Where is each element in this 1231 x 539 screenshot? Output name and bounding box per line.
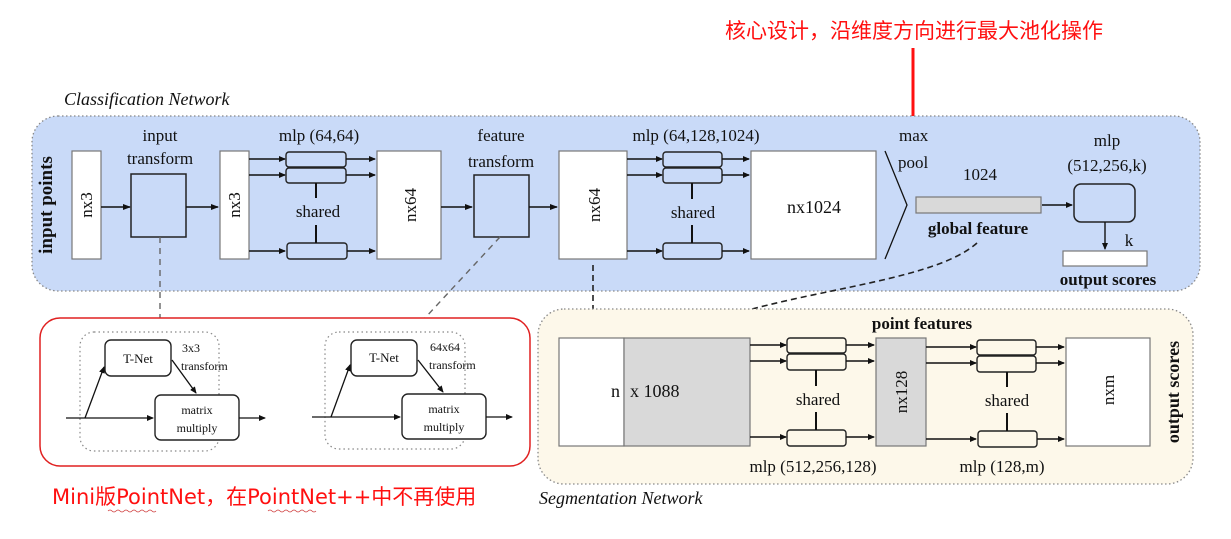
mlp3-label-2: (512,256,k) bbox=[1067, 156, 1146, 175]
global-feature-label: global feature bbox=[928, 219, 1029, 238]
point-features-label: point features bbox=[872, 314, 973, 333]
segmentation-output-label: output scores bbox=[1163, 341, 1183, 443]
spellcheck-underline bbox=[107, 509, 157, 513]
concat-n-label: n bbox=[611, 381, 620, 401]
concat-size-label: x 1088 bbox=[630, 381, 680, 401]
mini-pointnet-annotation: Mini版PointNet，在PointNet++中不再使用 bbox=[52, 485, 476, 509]
transform-label-1: transform bbox=[181, 359, 228, 373]
nx1024-label: nx1024 bbox=[787, 197, 841, 217]
input-block-label: nx3 bbox=[77, 192, 96, 218]
shared-label-1: shared bbox=[296, 202, 341, 221]
global-feature-size: 1024 bbox=[963, 165, 998, 184]
classifier-mlp-block[interactable] bbox=[1073, 183, 1136, 223]
shared-label-2: shared bbox=[671, 203, 716, 222]
classification-output-label: output scores bbox=[1060, 270, 1157, 289]
input-points-label: input points bbox=[36, 156, 57, 254]
input-transform-block[interactable] bbox=[130, 173, 187, 238]
pointnet-architecture-diagram: 核心设计，沿维度方向进行最大池化操作 Classification Networ… bbox=[0, 0, 1231, 534]
matmul-label-2a: matrix bbox=[428, 402, 459, 416]
seg-mlp2-label: mlp (128,m) bbox=[960, 457, 1045, 476]
matmul-label-2b: multiply bbox=[424, 420, 465, 434]
features-block-label: nx64 bbox=[401, 188, 420, 223]
seg-shared-label-1: shared bbox=[796, 390, 841, 409]
transform-size-label-2: 64x64 bbox=[430, 340, 460, 354]
feature-transform-label-1: feature bbox=[477, 126, 524, 145]
output-scores-bar[interactable] bbox=[1062, 250, 1148, 267]
feature-transform-label-2: transform bbox=[468, 152, 534, 171]
feature-transform-block[interactable] bbox=[473, 174, 530, 238]
seg-mlp1-label: mlp (512,256,128) bbox=[749, 457, 876, 476]
input-transform-label-2: transform bbox=[127, 149, 193, 168]
transform-label-2: transform bbox=[429, 358, 476, 372]
tnet-label-2: T-Net bbox=[369, 350, 399, 365]
matmul-label-1b: multiply bbox=[177, 421, 218, 435]
global-feature-bar[interactable] bbox=[915, 196, 1042, 214]
tnet-label-1: T-Net bbox=[123, 351, 153, 366]
matmul-label-1a: matrix bbox=[181, 403, 212, 417]
spellcheck-underline bbox=[267, 509, 317, 513]
mlp2-label: mlp (64,128,1024) bbox=[632, 126, 759, 145]
seg-shared-label-2: shared bbox=[985, 391, 1030, 410]
mlp1-label: mlp (64,64) bbox=[279, 126, 359, 145]
max-pool-annotation: 核心设计，沿维度方向进行最大池化操作 bbox=[725, 19, 1103, 43]
nx128-label: nx128 bbox=[892, 371, 911, 414]
transform-size-label-1: 3x3 bbox=[182, 341, 200, 355]
input-transform-label-1: input bbox=[143, 126, 178, 145]
nxm-label: nxm bbox=[1099, 375, 1118, 405]
max-pool-label-2: pool bbox=[898, 153, 929, 172]
max-pool-label-1: max bbox=[899, 126, 929, 145]
transformed-features-label: nx64 bbox=[585, 188, 604, 223]
mlp3-label-1: mlp bbox=[1094, 131, 1120, 150]
segmentation-title: Segmentation Network bbox=[539, 488, 703, 508]
transformed-input-label: nx3 bbox=[225, 192, 244, 218]
classification-title: Classification Network bbox=[64, 89, 231, 109]
k-label: k bbox=[1125, 231, 1134, 250]
